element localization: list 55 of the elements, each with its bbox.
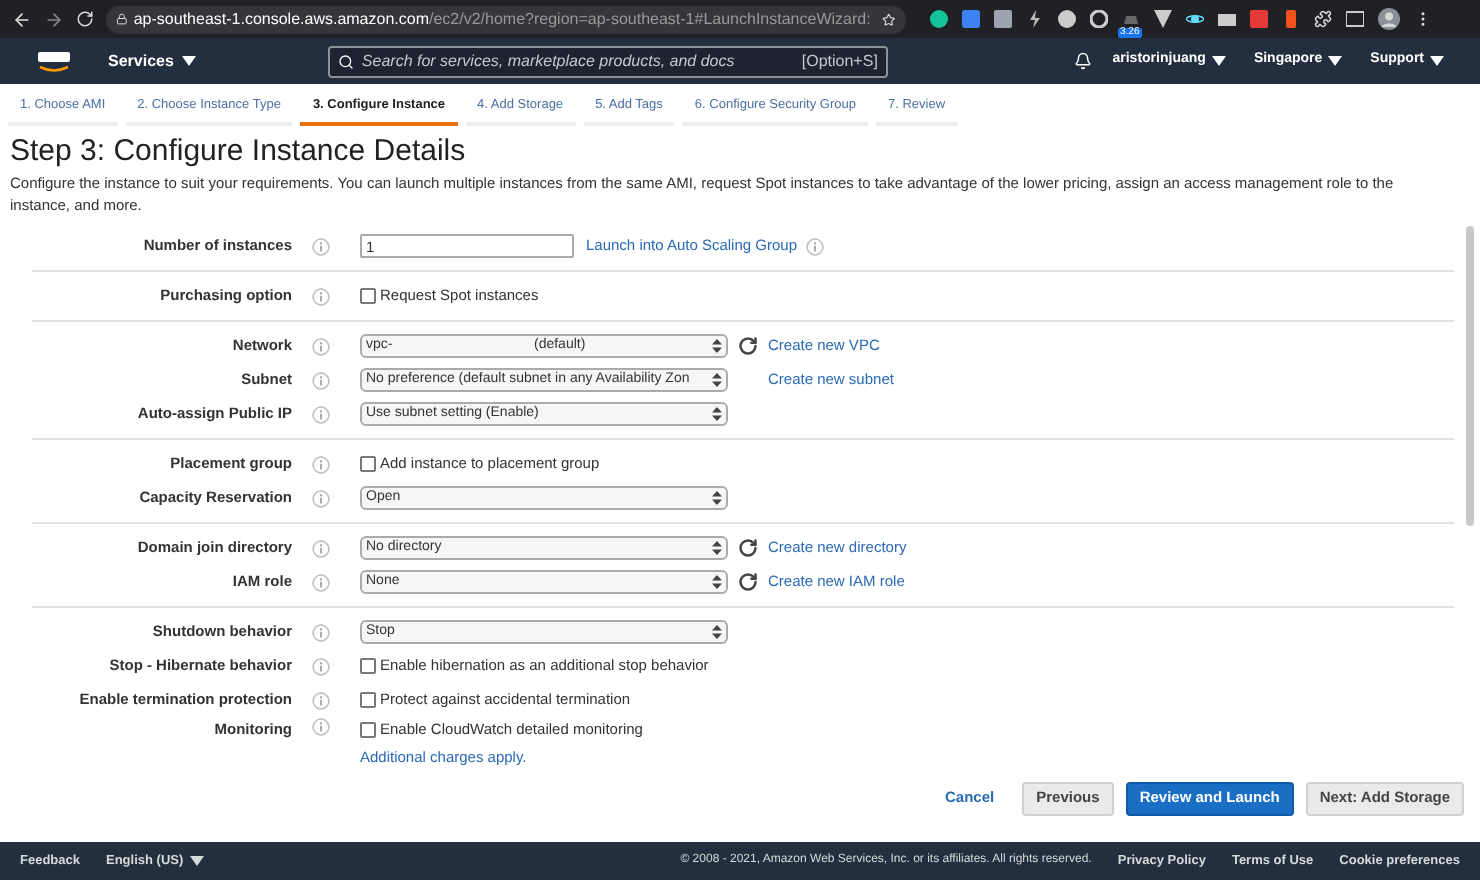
select-arrows-icon: [712, 624, 722, 640]
info-icon[interactable]: [312, 573, 330, 591]
keyboard-shortcut: [Option+S]: [801, 49, 878, 73]
select-arrows-icon: [712, 540, 722, 556]
info-icon[interactable]: [312, 371, 330, 389]
search-placeholder: Search for services, marketplace products, and docs: [361, 49, 735, 73]
extension-icon[interactable]: [1186, 10, 1204, 28]
info-icon[interactable]: [312, 623, 330, 641]
caret-icon: [1430, 56, 1444, 66]
aws-logo[interactable]: [36, 49, 72, 73]
checkbox[interactable]: [360, 692, 376, 708]
info-icon[interactable]: [805, 237, 823, 255]
services-menu[interactable]: Services: [108, 49, 196, 73]
extension-icon[interactable]: [1346, 10, 1364, 28]
checkbox[interactable]: [360, 288, 376, 304]
select-arrows-icon: [712, 338, 722, 354]
info-icon[interactable]: [312, 287, 330, 305]
url-path: /ec2/v2/home?region=ap-southeast-1#LaunchInstanceWizard:: [429, 7, 871, 31]
caret-icon: [1328, 56, 1343, 66]
avatar-icon[interactable]: [1378, 8, 1400, 30]
forward-icon[interactable]: [44, 9, 64, 29]
caret-icon: [189, 856, 204, 866]
select-arrows-icon: [712, 490, 722, 506]
checkbox[interactable]: [360, 456, 376, 472]
checkbox[interactable]: [360, 721, 376, 738]
caret-icon: [1211, 56, 1226, 66]
reload-icon[interactable]: [76, 10, 94, 28]
search-field[interactable]: Search for services, marketplace products, and docs [Option+S]: [327, 45, 888, 77]
back-icon[interactable]: [12, 9, 32, 29]
scrollbar[interactable]: [1466, 226, 1474, 526]
select-arrows-icon: [712, 372, 722, 388]
info-icon[interactable]: [312, 718, 330, 736]
info-icon[interactable]: [312, 455, 330, 473]
refresh-icon[interactable]: [738, 538, 758, 558]
info-icon[interactable]: [312, 489, 330, 507]
info-icon[interactable]: [312, 657, 330, 675]
caret-icon: [181, 56, 196, 66]
info-icon[interactable]: [312, 237, 330, 255]
select-arrows-icon: [712, 406, 722, 422]
checkbox[interactable]: [360, 658, 376, 674]
search-icon: [337, 53, 354, 69]
star-icon[interactable]: [882, 11, 896, 27]
info-icon[interactable]: [312, 539, 330, 557]
notification-icon[interactable]: [1074, 52, 1093, 70]
info-icon[interactable]: [312, 337, 330, 355]
puzzle-icon[interactable]: [1314, 10, 1332, 28]
address-bar[interactable]: ap-southeast-1.console.aws.amazon.com/ec2/v2/home?region=ap-southeast-1#LaunchInstanceWizard:: [106, 5, 906, 33]
refresh-icon[interactable]: [738, 572, 758, 592]
info-icon[interactable]: [312, 405, 330, 423]
refresh-icon[interactable]: [738, 336, 758, 356]
page-title: Step 3: Configure Instance Details: [10, 132, 468, 172]
info-icon[interactable]: [312, 691, 330, 709]
lock-icon: [116, 12, 128, 26]
select-arrows-icon: [712, 574, 722, 590]
url-host: ap-southeast-1.console.aws.amazon.com: [133, 7, 429, 31]
